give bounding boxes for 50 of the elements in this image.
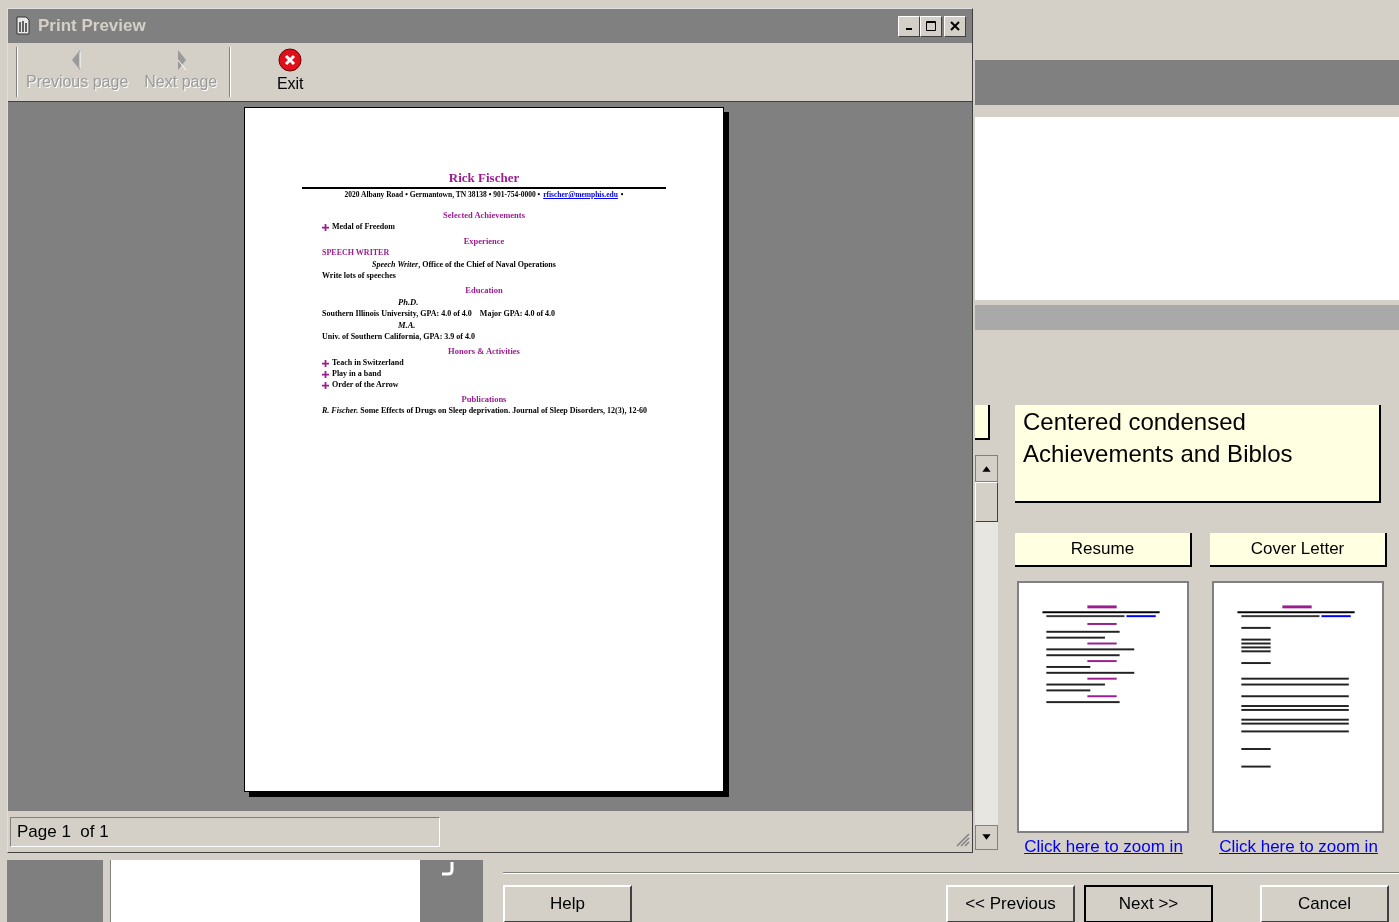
degree-text: Ph.D. [398,297,420,308]
dialog-button[interactable]: << Previous [946,884,1075,922]
maximize-icon [926,21,936,31]
section-heading: Selected Achievements [442,210,526,221]
bullet-text: Play in a band [332,369,382,379]
cross-bullet-icon [322,223,329,231]
section-heading: Education [464,285,504,296]
cross-bullet-icon [322,370,329,378]
document-thumbnail-drawing[interactable] [1212,581,1384,833]
toolbar-button[interactable]: Exit [235,47,346,97]
window-title: Print Preview [38,15,146,38]
resize-grip-icon[interactable] [954,830,970,847]
dialog-button[interactable]: Cancel [1260,884,1389,922]
section-heading: Publications [460,394,508,405]
body-text: R. Fischer. Some Effects of Drugs on Sleep deprivation. Journal of Sleep Disorders, 12(3), 12-60 [322,406,649,416]
body-text: Write lots of speeches [322,271,397,281]
degree-text: M.A. [398,320,417,331]
role-line: Speech Writer, Office of the Chief of Naval Operations [372,259,557,270]
scroll-down-icon[interactable] [975,825,998,850]
section-heading: Experience [462,236,506,247]
bullet-text: Medal of Freedom [332,222,395,232]
section-heading: Honors & Activities [447,346,521,357]
dialog-button[interactable]: Help [503,884,632,922]
body-text: Southern Illinois University, GPA: 4.0 of 4.0 Major GPA: 4.0 of 4.0 [322,309,557,319]
template-description: Centered condensed Achievements and Biblos [1015,405,1381,503]
scroll-up-icon[interactable] [975,455,998,482]
option-card[interactable] [975,405,990,440]
zoom-link[interactable]: Click here to zoom in [1219,834,1378,860]
dialog-button[interactable]: Next >> [1084,884,1213,922]
bullet-text: Order of the Arrow [332,380,399,390]
maximize-button[interactable] [920,15,942,37]
close-icon [278,48,303,72]
job-title: SPEECH WRITER [322,248,391,258]
cross-bullet-icon [322,381,329,389]
minimize-button[interactable] [898,15,920,37]
close-button[interactable] [944,15,966,37]
printer-icon [14,16,32,36]
cross-bullet-icon [322,359,329,367]
resume-name: Rick Fischer [447,170,521,186]
page-indicator: Page 1 of 1 [10,816,440,847]
scrollbar[interactable] [975,455,998,850]
close-icon [950,21,960,31]
body-text: Univ. of Southern California, GPA: 3.9 of 4.0 [322,332,476,342]
bullet-text: Teach in Switzerland [332,358,404,368]
document-thumbnail-drawing[interactable] [1017,581,1189,833]
scroll-thumb[interactable] [975,482,998,522]
template-tab[interactable]: Resume [1015,533,1192,567]
minimize-icon [906,28,912,30]
template-tab[interactable]: Cover Letter [1210,533,1387,567]
zoom-link[interactable]: Click here to zoom in [1024,834,1183,860]
